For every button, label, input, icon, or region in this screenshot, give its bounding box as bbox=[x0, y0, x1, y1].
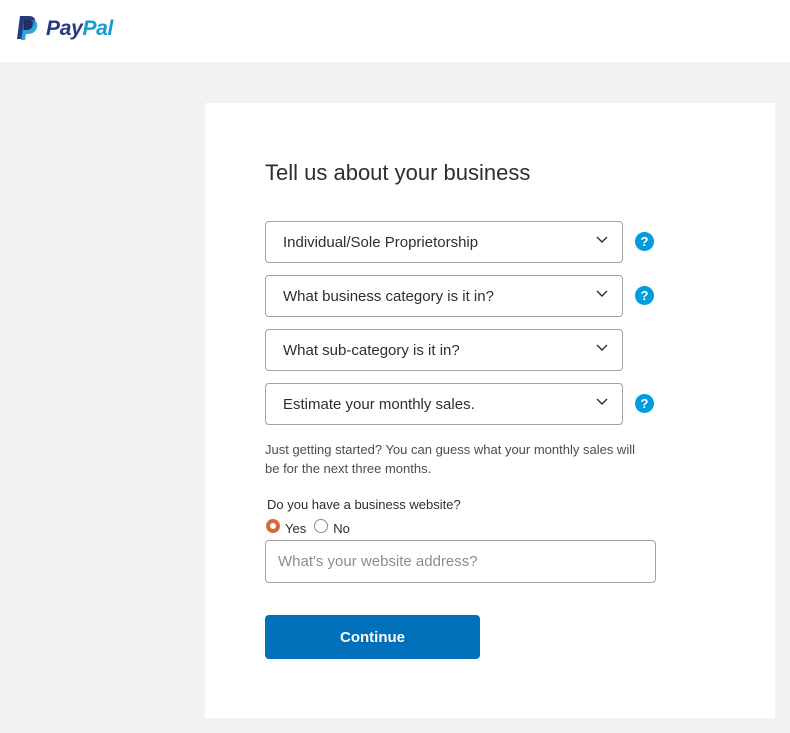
chevron-down-icon bbox=[596, 236, 608, 243]
chevron-down-icon bbox=[596, 344, 608, 351]
page-title: Tell us about your business bbox=[265, 160, 531, 185]
radio-unchecked-icon[interactable] bbox=[314, 518, 329, 533]
top-header: PayPal bbox=[0, 0, 790, 62]
logo-word-pal: Pal bbox=[82, 16, 114, 40]
website-no-label: No bbox=[333, 521, 350, 536]
sales-hint-text: Just getting started? You can guess what… bbox=[265, 442, 635, 476]
paypal-mark-icon bbox=[17, 16, 38, 40]
sub-category-placeholder: What sub-category is it in? bbox=[283, 342, 460, 359]
chevron-down-icon bbox=[596, 398, 608, 405]
radio-checked-icon[interactable] bbox=[266, 518, 280, 533]
website-question: Do you have a business website? bbox=[267, 497, 461, 512]
business-type-value: Individual/Sole Proprietorship bbox=[283, 234, 479, 251]
monthly-sales-placeholder: Estimate your monthly sales. bbox=[283, 396, 475, 413]
business-type-help-icon[interactable]: ? bbox=[635, 232, 654, 251]
paypal-logo[interactable]: PayPal bbox=[16, 14, 113, 42]
website-no-option[interactable]: No bbox=[314, 515, 350, 536]
business-type-select[interactable]: Individual/Sole Proprietorship bbox=[265, 221, 623, 263]
monthly-sales-select[interactable]: Estimate your monthly sales. bbox=[265, 383, 623, 425]
website-radio-group: Yes No bbox=[266, 515, 358, 536]
business-category-placeholder: What business category is it in? bbox=[283, 288, 494, 305]
website-address-input[interactable] bbox=[265, 540, 656, 583]
sub-category-select[interactable]: What sub-category is it in? bbox=[265, 329, 623, 371]
logo-word-pay: Pay bbox=[46, 16, 83, 40]
continue-button[interactable]: Continue bbox=[265, 615, 480, 659]
business-category-help-icon[interactable]: ? bbox=[635, 286, 654, 305]
monthly-sales-help-icon[interactable]: ? bbox=[635, 394, 654, 413]
website-yes-label: Yes bbox=[285, 521, 307, 536]
chevron-down-icon bbox=[596, 290, 608, 297]
business-category-select[interactable]: What business category is it in? bbox=[265, 275, 623, 317]
paypal-wordmark: PayPal bbox=[46, 18, 113, 39]
business-form-card: Tell us about your business Individual/S… bbox=[205, 103, 775, 718]
website-yes-option[interactable]: Yes bbox=[266, 515, 306, 536]
